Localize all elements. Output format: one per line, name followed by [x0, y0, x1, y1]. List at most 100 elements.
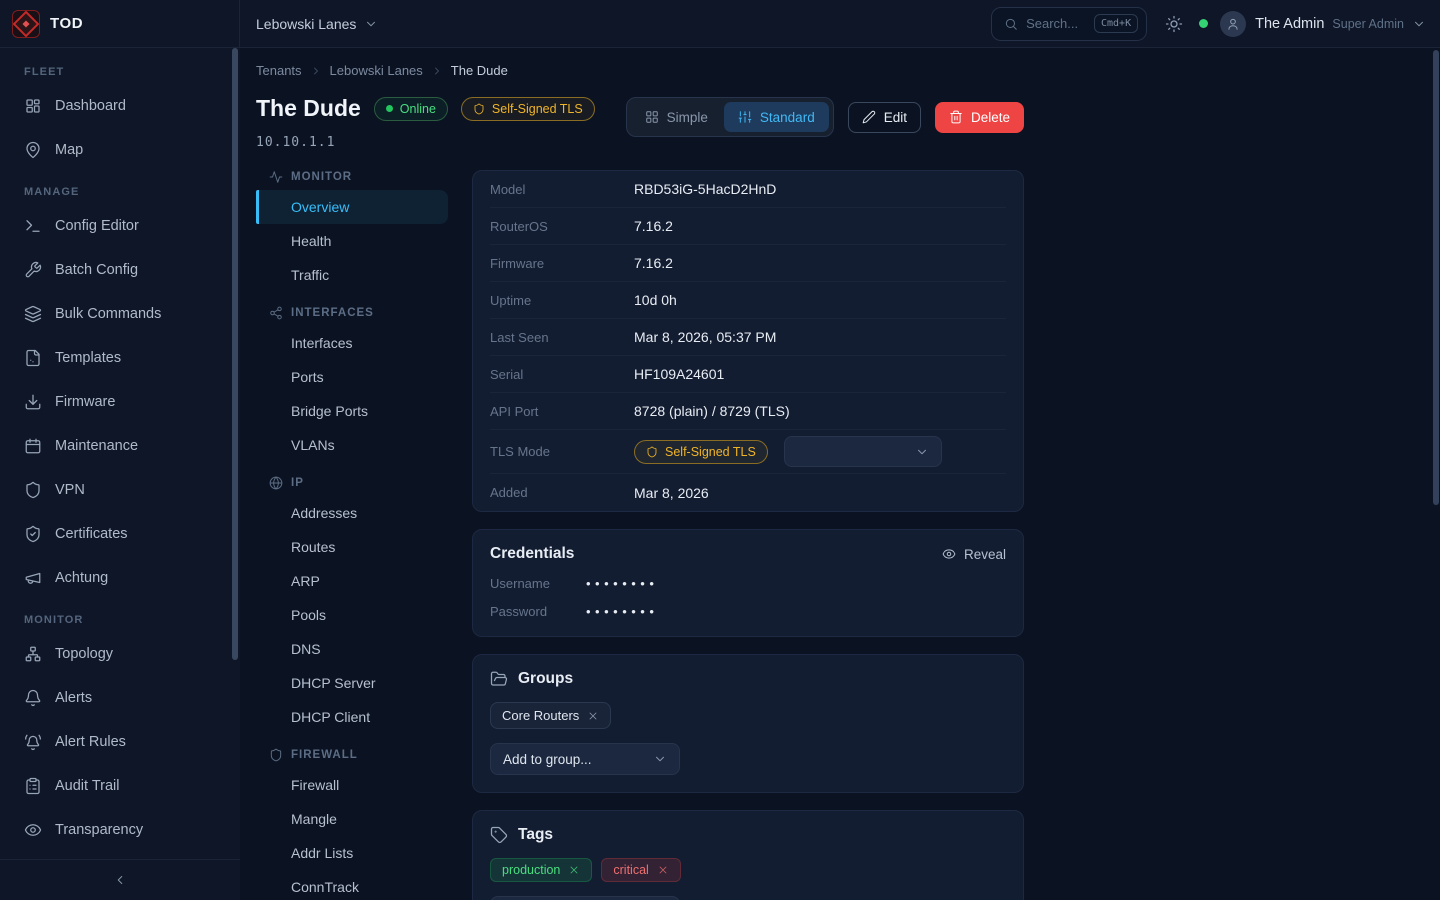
- page-scrollbar[interactable]: [1433, 50, 1439, 505]
- subnav-item-ports[interactable]: Ports: [256, 360, 448, 394]
- subnav-item-dhcp-client[interactable]: DHCP Client: [256, 700, 448, 734]
- subnav-item-firewall[interactable]: Firewall: [256, 768, 448, 802]
- clipboard-icon: [24, 777, 42, 795]
- tag-chip-critical: critical: [601, 858, 680, 882]
- sidebar-scrollbar[interactable]: [232, 48, 238, 660]
- avatar[interactable]: [1220, 11, 1246, 37]
- breadcrumb-tenants[interactable]: Tenants: [256, 63, 302, 78]
- shield-check-icon: [24, 525, 42, 543]
- grid-icon: [645, 110, 659, 124]
- remove-group-icon[interactable]: [587, 710, 599, 722]
- subnav-item-addr-lists[interactable]: Addr Lists: [256, 836, 448, 870]
- tls-mode-select[interactable]: [784, 436, 942, 467]
- tenant-selector[interactable]: Lebowski Lanes: [256, 16, 378, 32]
- sidebar-item-bulk-commands[interactable]: Bulk Commands: [0, 292, 240, 336]
- chevron-left-icon: [113, 873, 127, 887]
- sidebar-item-maintenance[interactable]: Maintenance: [0, 424, 240, 468]
- view-standard-button[interactable]: Standard: [724, 102, 829, 132]
- sidebar-item-achtung[interactable]: Achtung: [0, 556, 240, 600]
- sidebar-section-fleet: FLEET: [0, 66, 240, 78]
- overview-card: Model RBD53iG-5HacD2HnD RouterOS 7.16.2 …: [472, 170, 1024, 512]
- presence-indicator: [1199, 19, 1208, 28]
- search-box[interactable]: Cmd+K: [991, 7, 1147, 41]
- sidebar-item-vpn[interactable]: VPN: [0, 468, 240, 512]
- sidebar-item-firmware[interactable]: Firmware: [0, 380, 240, 424]
- reveal-button[interactable]: Reveal: [942, 547, 1006, 562]
- search-shortcut: Cmd+K: [1094, 14, 1138, 33]
- sidebar: FLEET Dashboard Map MANAGE Config Editor…: [0, 48, 240, 900]
- subnav-item-vlans[interactable]: VLANs: [256, 428, 448, 462]
- user-icon: [1226, 17, 1240, 31]
- delete-button[interactable]: Delete: [935, 102, 1024, 133]
- subnav-item-bridge-ports[interactable]: Bridge Ports: [256, 394, 448, 428]
- subnav-item-health[interactable]: Health: [256, 224, 448, 258]
- add-tag-select[interactable]: Add tag...: [490, 896, 680, 900]
- subnav-item-interfaces[interactable]: Interfaces: [256, 326, 448, 360]
- chevron-down-icon: [1412, 17, 1426, 31]
- subnav-item-mangle[interactable]: Mangle: [256, 802, 448, 836]
- sidebar-item-topology[interactable]: Topology: [0, 632, 240, 676]
- trash-icon: [949, 110, 963, 124]
- remove-tag-icon[interactable]: [657, 864, 669, 876]
- row-model: Model RBD53iG-5HacD2HnD: [490, 171, 1006, 208]
- app-name: TOD: [50, 15, 83, 32]
- groups-title: Groups: [490, 670, 1006, 688]
- subnav-item-overview[interactable]: Overview: [256, 190, 448, 224]
- subnav-group-interfaces: INTERFACES: [256, 306, 448, 320]
- subnav-item-routes[interactable]: Routes: [256, 530, 448, 564]
- app-logo-icon: [12, 10, 40, 38]
- breadcrumb-tenant[interactable]: Lebowski Lanes: [330, 63, 423, 78]
- row-serial: Serial HF109A24601: [490, 356, 1006, 393]
- edit-button[interactable]: Edit: [848, 102, 921, 133]
- add-to-group-select[interactable]: Add to group...: [490, 743, 680, 775]
- theme-toggle-button[interactable]: [1165, 15, 1183, 33]
- eye-icon: [942, 547, 956, 561]
- sidebar-collapse-button[interactable]: [0, 859, 240, 900]
- sidebar-item-transparency[interactable]: Transparency: [0, 808, 240, 852]
- dashboard-icon: [24, 97, 42, 115]
- sidebar-item-batch-config[interactable]: Batch Config: [0, 248, 240, 292]
- sidebar-item-templates[interactable]: Templates: [0, 336, 240, 380]
- credentials-card: Credentials Reveal Username •••••••• Pas…: [472, 529, 1024, 637]
- remove-tag-icon[interactable]: [568, 864, 580, 876]
- wrench-icon: [24, 261, 42, 279]
- tls-mode-badge: Self-Signed TLS: [634, 440, 768, 464]
- user-role: Super Admin: [1332, 17, 1404, 31]
- brand: TOD: [0, 0, 240, 47]
- megaphone-icon: [24, 569, 42, 587]
- shield-icon: [473, 103, 485, 115]
- row-api-port: API Port 8728 (plain) / 8729 (TLS): [490, 393, 1006, 430]
- sidebar-nav: FLEET Dashboard Map MANAGE Config Editor…: [0, 48, 240, 859]
- shield-icon: [269, 748, 283, 762]
- user-menu-button[interactable]: [1412, 17, 1426, 31]
- subnav-item-addresses[interactable]: Addresses: [256, 496, 448, 530]
- subnav-item-arp[interactable]: ARP: [256, 564, 448, 598]
- sliders-icon: [738, 110, 752, 124]
- shield-icon: [24, 481, 42, 499]
- username-masked-value: ••••••••: [586, 576, 658, 591]
- view-simple-button[interactable]: Simple: [631, 102, 722, 132]
- sidebar-item-certificates[interactable]: Certificates: [0, 512, 240, 556]
- chevron-right-icon: [431, 65, 443, 77]
- tag-chip-production: production: [490, 858, 592, 882]
- layers-icon: [24, 305, 42, 323]
- subnav-item-conntrack[interactable]: ConnTrack: [256, 870, 448, 900]
- view-toggle: Simple Standard: [626, 97, 834, 137]
- subnav-item-pools[interactable]: Pools: [256, 598, 448, 632]
- sidebar-item-config-editor[interactable]: Config Editor: [0, 204, 240, 248]
- sidebar-item-alert-rules[interactable]: Alert Rules: [0, 720, 240, 764]
- search-input[interactable]: [1026, 16, 1086, 31]
- password-masked-value: ••••••••: [586, 604, 658, 619]
- map-pin-icon: [24, 141, 42, 159]
- subnav-item-traffic[interactable]: Traffic: [256, 258, 448, 292]
- topbar: TOD Lebowski Lanes Cmd+K The Admin Super…: [0, 0, 1440, 48]
- row-last-seen: Last Seen Mar 8, 2026, 05:37 PM: [490, 319, 1006, 356]
- sidebar-item-audit-trail[interactable]: Audit Trail: [0, 764, 240, 808]
- calendar-icon: [24, 437, 42, 455]
- sidebar-section-manage: MANAGE: [0, 186, 240, 198]
- subnav-item-dhcp-server[interactable]: DHCP Server: [256, 666, 448, 700]
- sidebar-item-map[interactable]: Map: [0, 128, 240, 172]
- sidebar-item-dashboard[interactable]: Dashboard: [0, 84, 240, 128]
- subnav-item-dns[interactable]: DNS: [256, 632, 448, 666]
- sidebar-item-alerts[interactable]: Alerts: [0, 676, 240, 720]
